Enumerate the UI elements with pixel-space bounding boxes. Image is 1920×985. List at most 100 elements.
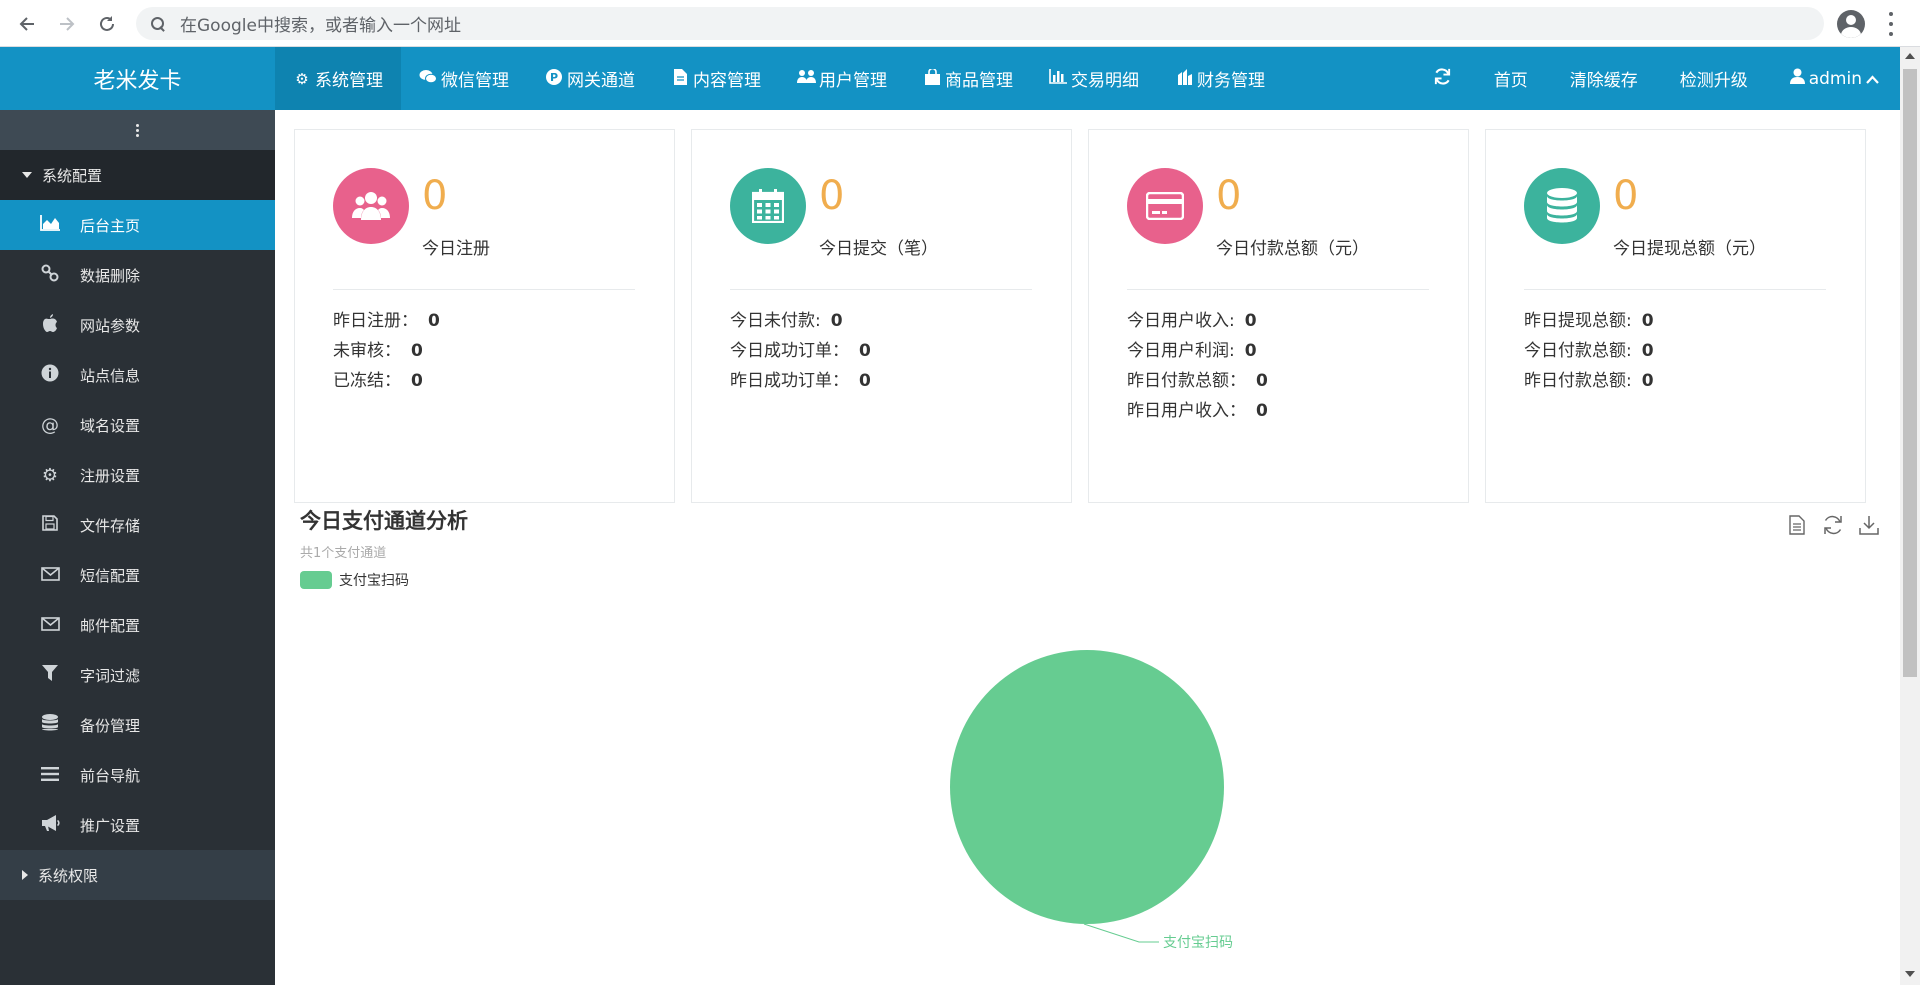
apple-icon	[38, 314, 62, 336]
stat-card: 0 今日注册 昨日注册： 0 未审核： 0 已冻结： 0	[294, 129, 675, 503]
stat-detail-value: 0	[411, 371, 423, 391]
stat-detail-value: 0	[1256, 371, 1268, 391]
nav-label: 内容管理	[693, 71, 761, 91]
nav-label: 商品管理	[945, 71, 1013, 91]
pie-slice[interactable]	[950, 650, 1224, 924]
sidebar-item[interactable]: 文件存储	[0, 500, 275, 550]
sidebar-item[interactable]: 前台导航	[0, 750, 275, 800]
check-upgrade-link[interactable]: 检测升级	[1659, 66, 1769, 91]
address-bar[interactable]: 在Google中搜索，或者输入一个网址	[136, 7, 1824, 40]
sidebar-group-system-config[interactable]: 系统配置	[0, 150, 275, 200]
nav-content-management[interactable]: 内容管理	[653, 47, 779, 110]
sidebar-item[interactable]: 字词过滤	[0, 650, 275, 700]
stat-detail-value: 0	[830, 311, 843, 331]
back-arrow-icon[interactable]	[13, 10, 41, 38]
stat-detail-value: 0	[859, 341, 871, 361]
forward-arrow-icon[interactable]	[53, 10, 81, 38]
sidebar-item[interactable]: 推广设置	[0, 800, 275, 850]
sidebar-item-label: 后台主页	[80, 216, 141, 235]
nav-finance-management[interactable]: 财务管理	[1157, 47, 1283, 110]
users-icon	[333, 168, 409, 244]
sidebar-item[interactable]: 备份管理	[0, 700, 275, 750]
stat-value: 0	[819, 173, 845, 219]
p-circle-icon: P	[545, 68, 563, 89]
stat-detail-row: 昨日付款总额： 0	[1127, 366, 1268, 396]
scroll-down-arrow-icon[interactable]	[1905, 971, 1915, 977]
gear-icon: ⚙	[295, 69, 309, 88]
sidebar-item[interactable]: 网站参数	[0, 300, 275, 350]
stat-details: 今日用户收入: 0 今日用户利润: 0 昨日付款总额： 0 昨日用户收入： 0	[1127, 306, 1268, 426]
bars-icon	[38, 766, 62, 785]
browser-toolbar: 在Google中搜索，或者输入一个网址	[0, 0, 1920, 47]
stat-detail-row: 昨日提现总额: 0	[1524, 306, 1654, 336]
svg-text:P: P	[550, 71, 558, 84]
home-link[interactable]: 首页	[1473, 66, 1549, 91]
sidebar-item-label: 域名设置	[80, 416, 141, 435]
restore-icon[interactable]	[1821, 513, 1845, 537]
stat-detail-label: 昨日付款总额：	[1127, 371, 1246, 391]
users-icon	[797, 69, 816, 88]
sidebar-item[interactable]: @ 域名设置	[0, 400, 275, 450]
gear-icon: ⚙	[41, 464, 59, 486]
stat-detail-label: 昨日注册：	[333, 311, 418, 331]
stat-label: 今日付款总额（元）	[1216, 239, 1369, 259]
caret-right-icon	[22, 870, 28, 880]
caret-down-icon	[22, 172, 32, 178]
clear-cache-link[interactable]: 清除缓存	[1549, 66, 1659, 91]
save-image-icon[interactable]	[1857, 513, 1881, 537]
stat-detail-label: 昨日提现总额:	[1524, 311, 1632, 331]
stat-detail-label: 未审核：	[333, 341, 401, 361]
stat-detail-row: 今日用户利润: 0	[1127, 336, 1268, 366]
nav-wechat-management[interactable]: 微信管理	[401, 47, 527, 110]
data-view-icon[interactable]	[1785, 513, 1809, 537]
brand-logo[interactable]: 老米发卡	[0, 47, 275, 110]
stat-detail-label: 今日付款总额:	[1524, 341, 1632, 361]
database-icon	[1524, 168, 1600, 244]
nav-transaction-details[interactable]: 交易明细	[1031, 47, 1157, 110]
refresh-icon	[1433, 67, 1452, 91]
scrollbar-thumb[interactable]	[1903, 69, 1917, 677]
top-navigation: ⚙ 系统管理 微信管理 P 网关通道 内容管理 用户管理 商品管理 交易明细 财…	[275, 47, 1283, 110]
stat-detail-label: 昨日成功订单：	[730, 371, 849, 391]
nav-product-management[interactable]: 商品管理	[905, 47, 1031, 110]
sidebar-item-label: 前台导航	[80, 766, 141, 785]
refresh-button[interactable]	[1412, 67, 1473, 91]
legend-label: 支付宝扫码	[339, 573, 409, 589]
sidebar-group-system-permissions[interactable]: 系统权限	[0, 850, 275, 900]
profile-avatar-icon[interactable]	[1837, 10, 1865, 38]
nav-system-management[interactable]: ⚙ 系统管理	[275, 47, 401, 110]
stat-value: 0	[1613, 173, 1639, 219]
sidebar-item[interactable]: 后台主页	[0, 200, 275, 250]
pie-label-line	[1083, 923, 1159, 943]
divider	[1524, 289, 1826, 290]
legend-swatch	[300, 571, 332, 589]
nav-user-management[interactable]: 用户管理	[779, 47, 905, 110]
search-icon	[150, 16, 166, 32]
vertical-dots-icon	[136, 123, 139, 137]
header-right-actions: 首页 清除缓存 检测升级 admin	[1412, 47, 1900, 110]
stat-detail-label: 今日未付款:	[730, 311, 821, 331]
sidebar-item[interactable]: ⚙ 注册设置	[0, 450, 275, 500]
sidebar-item[interactable]: 邮件配置	[0, 600, 275, 650]
vertical-scrollbar[interactable]	[1900, 47, 1920, 985]
sidebar-item[interactable]: 短信配置	[0, 550, 275, 600]
sidebar-item[interactable]: 站点信息	[0, 350, 275, 400]
chart-legend-item[interactable]: 支付宝扫码	[300, 570, 409, 590]
shopping-bag-icon	[923, 67, 941, 89]
link-icon	[38, 264, 62, 286]
nav-gateway-channel[interactable]: P 网关通道	[527, 47, 653, 110]
browser-menu-icon[interactable]	[1888, 12, 1894, 36]
scroll-up-arrow-icon[interactable]	[1905, 53, 1915, 59]
stat-card: 0 今日提交（笔） 今日未付款: 0 今日成功订单： 0 昨日成功订单： 0	[691, 129, 1072, 503]
sidebar-item-label: 数据删除	[80, 266, 141, 285]
sidebar-item[interactable]: 数据删除	[0, 250, 275, 300]
stat-detail-label: 已冻结：	[333, 371, 401, 391]
sidebar-item-label: 站点信息	[80, 366, 141, 385]
stat-detail-row: 昨日用户收入： 0	[1127, 396, 1268, 426]
sidebar-toggle[interactable]	[0, 110, 275, 150]
reload-icon[interactable]	[93, 10, 121, 38]
stat-detail-label: 今日用户收入:	[1127, 311, 1235, 331]
stat-card: 0 今日付款总额（元） 今日用户收入: 0 今日用户利润: 0 昨日付款总额： 0 昨日用户收入…	[1088, 129, 1469, 503]
user-menu[interactable]: admin	[1769, 68, 1900, 89]
finance-icon	[1175, 68, 1193, 89]
